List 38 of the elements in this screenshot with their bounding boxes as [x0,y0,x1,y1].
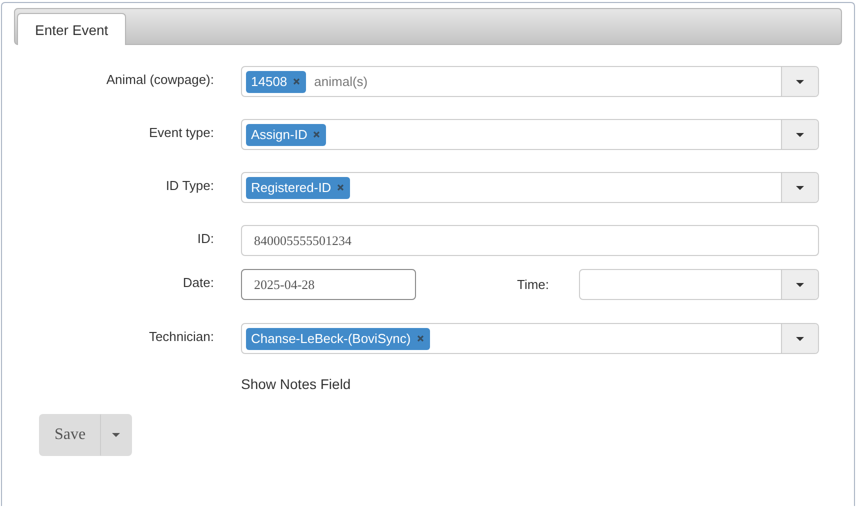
time-select-field[interactable] [579,269,819,300]
tag-chip[interactable]: Registered-ID [246,176,350,198]
close-icon[interactable] [313,131,320,138]
show-notes-link[interactable]: Show Notes Field [241,376,819,392]
field-label: Animal (cowpage): [105,71,214,87]
tag-select-field[interactable]: Registered-ID [241,172,819,203]
caret-icon [796,282,804,286]
caret-icon [796,336,804,340]
tag-chip[interactable]: Assign-ID [246,124,326,146]
field-label: ID: [196,230,214,246]
placeholder-text: animal(s) [314,74,368,89]
close-icon[interactable] [337,184,344,191]
dropdown-button[interactable] [781,324,818,353]
dropdown-button[interactable] [781,120,818,149]
field-label: ID Type: [164,177,214,193]
caret-icon [796,80,804,84]
field-label: Date: [182,274,214,290]
field-label: Technician: [148,328,214,344]
tab[interactable]: Enter Event [17,13,126,45]
tag-select-field[interactable]: Chanse-LeBeck-(BoviSync) [241,323,819,354]
close-icon[interactable] [416,335,424,342]
tag-chip[interactable]: 14508 [246,70,306,92]
tag-chip[interactable]: Chanse-LeBeck-(BoviSync) [246,328,430,350]
field-label: Event type: [148,124,214,140]
caret-icon [112,433,120,437]
dropdown-button[interactable] [781,67,818,96]
close-icon[interactable] [293,78,300,85]
tag-select-field[interactable]: 14508 animal(s) [241,66,819,97]
input-field[interactable]: 840005555501234 [241,225,819,256]
date-field[interactable]: 2025-04-28 [241,269,416,300]
save-options-button[interactable] [101,414,132,456]
save-button[interactable]: Save [39,414,101,456]
tag-select-field[interactable]: Assign-ID [241,119,819,150]
dropdown-button[interactable] [781,173,818,202]
caret-icon [796,186,804,190]
field-label: Time: [517,277,550,292]
dropdown-button[interactable] [781,270,818,299]
caret-icon [796,132,804,136]
